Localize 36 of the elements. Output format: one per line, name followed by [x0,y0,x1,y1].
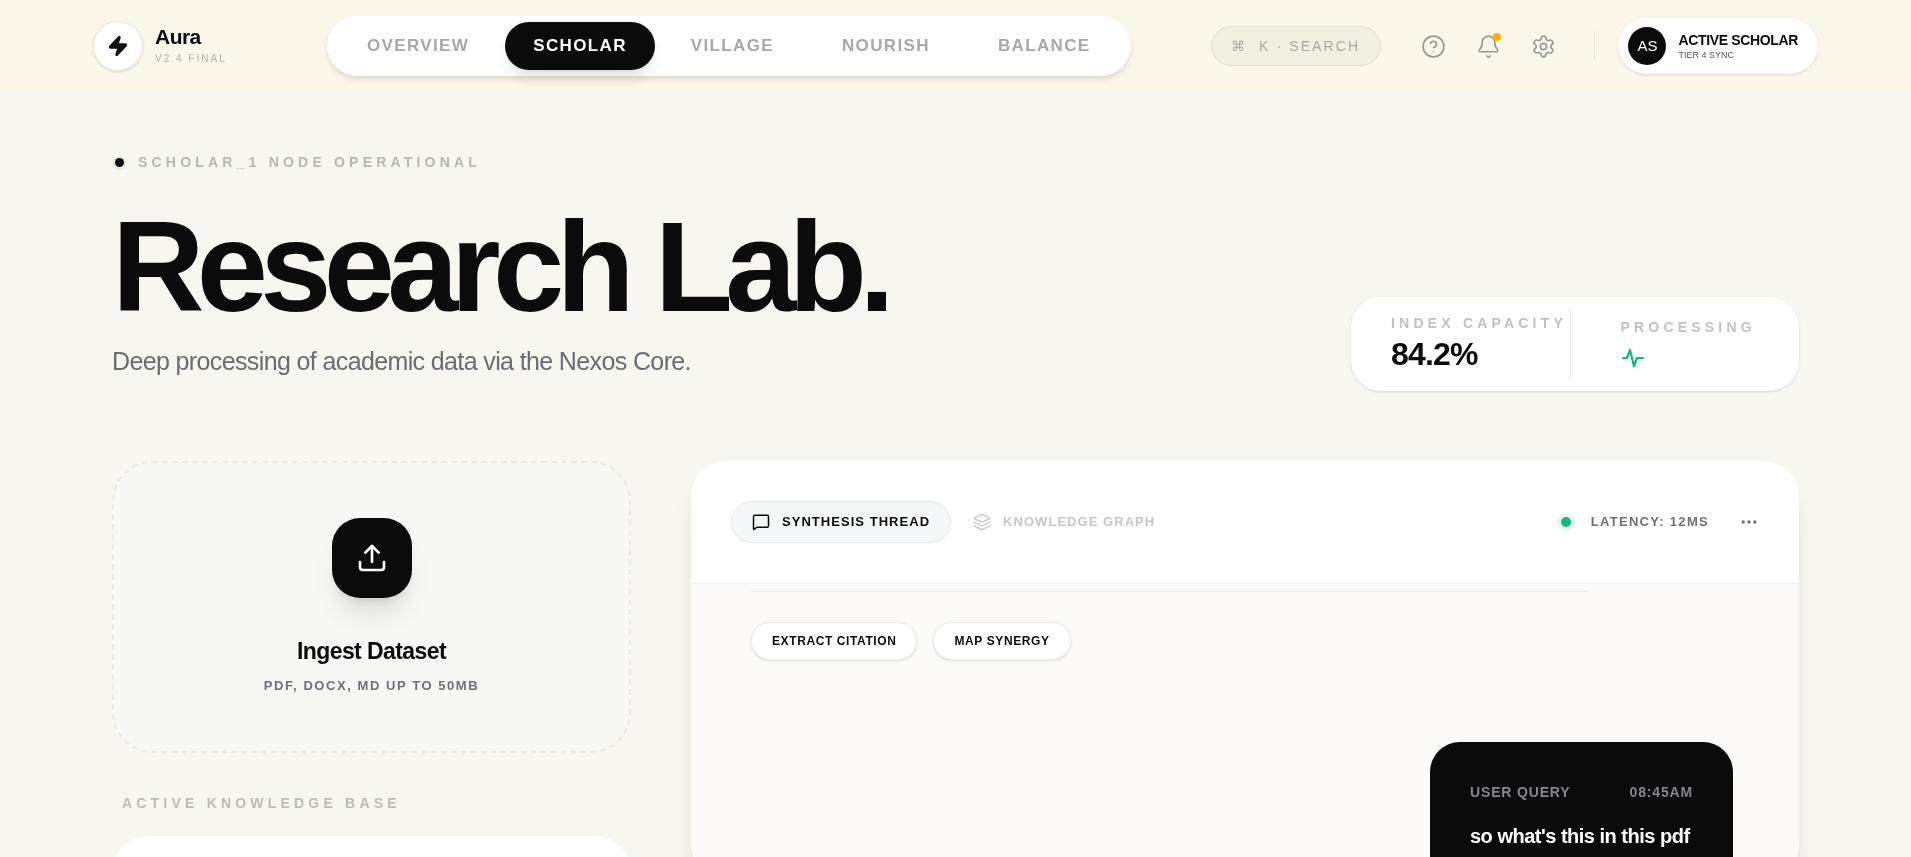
kb-heading: ACTIVE KNOWLEDGE BASE [122,793,402,813]
logo-badge[interactable] [93,21,143,71]
page-title: Research Lab. [112,203,888,331]
brand-version: V2.4 FINAL [155,52,227,66]
status-text: SCHOLAR_1 NODE OPERATIONAL [138,153,482,172]
help-icon[interactable] [1420,33,1446,59]
upload-hint: PDF, DOCX, MD UP TO 50MB [263,677,480,695]
profile-subtitle: TIER 4 SYNC [1678,50,1735,60]
layers-icon [973,512,992,531]
upload-button[interactable] [331,517,412,598]
latency-text: LATENCY: 12MS [1590,512,1709,531]
shortcut-key: ⌘ [1230,35,1248,57]
message-time: 08:45AM [1629,782,1693,802]
page-subtitle: Deep processing of academic data via the Nexos Core. [112,346,692,377]
stat-label: INDEX CAPACITY [1391,314,1568,333]
settings-icon[interactable] [1530,33,1556,59]
message-text: so what's this in this pdf [1470,823,1692,849]
nav-tab[interactable]: SCHOLAR [505,22,655,70]
chat-icon [752,512,770,531]
upload-title: Ingest Dataset [296,636,447,666]
notification-icon[interactable] [1475,33,1501,59]
pulse-icon [1620,346,1645,370]
upload-dropzone[interactable]: Ingest Dataset PDF, DOCX, MD UP TO 50MB [112,460,631,753]
action-chip[interactable]: EXTRACT CITATION [751,621,918,660]
lightning-icon [107,35,129,57]
brand-name: Aura [155,26,203,47]
status-dot [112,155,126,170]
thread-tab[interactable]: SYNTHESIS THREAD [731,500,952,543]
message-role: USER QUERY [1470,782,1571,802]
profile-chip[interactable]: AS ACTIVE SCHOLAR TIER 4 SYNC [1618,18,1818,74]
stat-label: PROCESSING [1620,318,1757,337]
avatar: AS [1628,27,1667,65]
profile-name: ACTIVE SCHOLAR [1678,32,1798,47]
action-chip[interactable]: MAP SYNERGY [933,621,1071,660]
search-placeholder: K · SEARCH [1259,36,1361,56]
stat-value: 84.2% [1391,335,1479,374]
